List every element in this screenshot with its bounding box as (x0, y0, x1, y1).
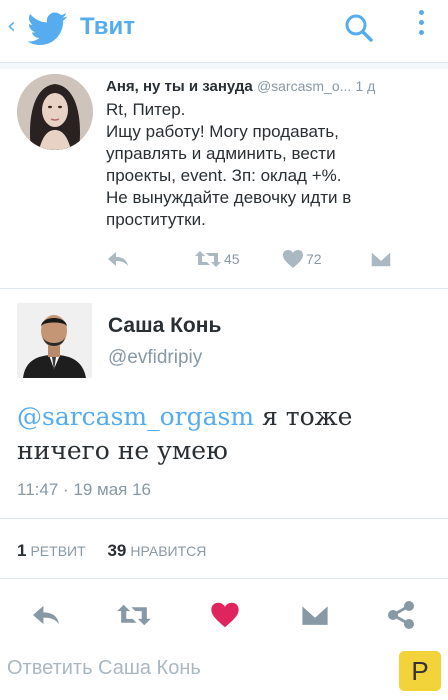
search-icon[interactable] (343, 12, 375, 44)
tweet-text-line: Не вынуждайте девочку идти в (106, 188, 352, 207)
parent-tweet-text: Rt, Питер. Ищу работу! Могу продавать, у… (106, 99, 436, 231)
tweet-text-line: Rt, Питер. (106, 100, 186, 119)
tweet-text: @sarcasm_orgasm я тоже ничего не умею (17, 400, 437, 468)
reply-icon[interactable] (106, 249, 130, 269)
divider (0, 578, 448, 579)
likes-count: 39 (107, 541, 127, 560)
tweet-stats: 1 РЕТВИТ 39 НРАВИТСЯ (17, 541, 206, 561)
heart-icon[interactable] (282, 249, 304, 269)
tweet-text-line: Ищу работу! Могу продавать, (106, 122, 339, 141)
more-vertical-icon[interactable] (418, 10, 426, 40)
retweet-icon[interactable] (116, 602, 152, 628)
tweet-text-line: ничего не умею (17, 436, 228, 465)
author-handle[interactable]: @evfidripiy (108, 347, 202, 369)
reply-icon[interactable] (30, 602, 62, 628)
retweet-icon[interactable] (194, 249, 222, 269)
likes-label: НРАВИТСЯ (130, 543, 207, 559)
tweet-text-line: проекты, event. Зп: оклад +%. (106, 166, 342, 185)
retweets-count: 1 (17, 541, 27, 560)
mention-link[interactable]: @sarcasm_orgasm (17, 402, 254, 431)
divider (0, 63, 448, 69)
retweets-label: РЕТВИТ (30, 543, 86, 559)
like-count: 72 (306, 251, 322, 267)
retweet-count: 45 (224, 251, 240, 267)
tweet-time: 1 д (355, 78, 376, 94)
page-title: Твит (80, 13, 136, 40)
parent-tweet-header: Аня, ну ты и зануда @sarcasm_o... 1 д (106, 78, 436, 95)
direct-message-icon[interactable] (300, 601, 330, 629)
tweet-text-fragment: я тоже (254, 402, 353, 431)
retweets-stat[interactable]: 1 РЕТВИТ (17, 541, 86, 560)
divider (0, 518, 448, 519)
author-name[interactable]: Аня, ну ты и зануда (106, 78, 253, 95)
avatar[interactable] (17, 303, 92, 378)
top-bar: ‹ Твит (0, 0, 448, 63)
tweet-text-line: управлять и админить, вести (106, 144, 336, 163)
heart-icon[interactable] (210, 601, 240, 629)
site-logo: P (399, 651, 441, 691)
tweet-text-line: проститутки. (106, 210, 206, 229)
twitter-bird-icon[interactable] (28, 12, 68, 46)
author-handle[interactable]: @sarcasm_o... (257, 78, 351, 94)
tweet-actions (0, 598, 448, 632)
direct-message-icon[interactable] (370, 249, 392, 269)
chevron-left-icon[interactable]: ‹ (7, 14, 16, 39)
likes-stat[interactable]: 39 НРАВИТСЯ (107, 541, 207, 560)
avatar[interactable] (17, 74, 93, 150)
share-icon[interactable] (386, 601, 416, 629)
divider (0, 288, 448, 289)
parent-tweet-actions: 45 72 (106, 249, 426, 271)
author-name[interactable]: Саша Конь (108, 314, 221, 338)
reply-input[interactable] (7, 655, 387, 681)
tweet-timestamp: 11:47 · 19 мая 16 (17, 480, 151, 499)
